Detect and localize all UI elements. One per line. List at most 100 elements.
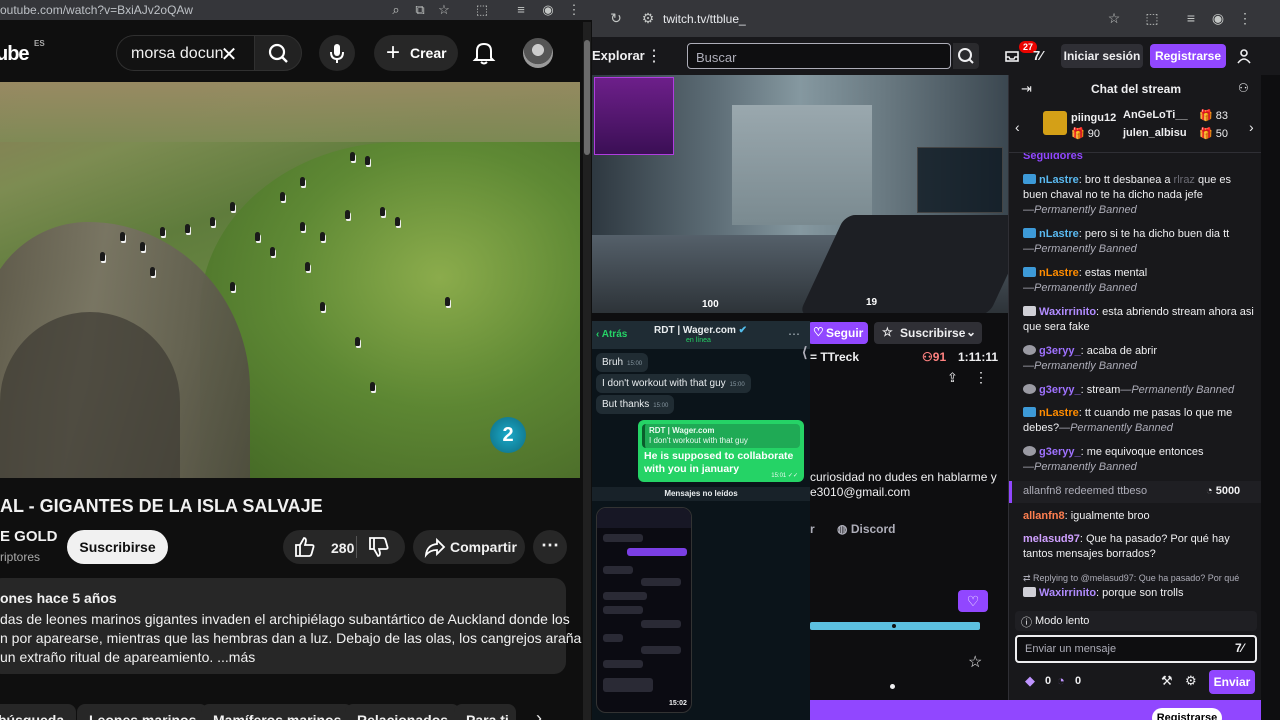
chat-message[interactable]: g3eryy_: acaba de abrir —Permanently Bann… [1023, 344, 1255, 374]
stream-player[interactable]: 100 19 [592, 75, 1008, 313]
browser-address-bar[interactable]: outube.com/watch?v=BxiAJv2oQAw ⌕ ⧉ ☆ ⬚ ≡… [0, 0, 592, 20]
register-button[interactable]: Registrarse [1150, 44, 1226, 68]
chip[interactable]: búsqueda [0, 704, 77, 720]
address-url[interactable]: outube.com/watch?v=BxiAJv2oQAw [0, 3, 193, 17]
kebab-menu-icon[interactable]: ⋮ [1237, 10, 1253, 26]
collapse-chat-icon[interactable]: ⇥ [1021, 81, 1032, 97]
subscribe-button[interactable]: ☆ Suscribirse ⌄ [874, 322, 982, 344]
screenshot-attachment[interactable]: 15:02 [596, 507, 692, 713]
channel-points-icon[interactable]: ◔ [1057, 673, 1065, 688]
more-icon[interactable]: ⋮ [646, 46, 662, 66]
moderation-icon[interactable]: ⚒ [1161, 673, 1173, 689]
chat-message[interactable]: allanfn8: igualmente broo [1023, 509, 1255, 524]
thumbs-down-icon[interactable] [367, 535, 391, 559]
clear-search-icon[interactable]: ✕ [218, 42, 240, 67]
address-url[interactable]: twitch.tv/ttblue_ [663, 12, 746, 26]
turbo-icon[interactable]: 7⁄ [1033, 48, 1042, 63]
chevron-right-icon[interactable]: › [1249, 119, 1254, 135]
description-box[interactable]: ones hace 5 años das de leones marinos g… [0, 578, 581, 674]
notifications-button[interactable] [472, 40, 496, 66]
search-button[interactable] [254, 35, 302, 71]
chip[interactable]: Relacionados [345, 704, 461, 720]
chat-input[interactable]: Enviar un mensaje [1015, 635, 1257, 663]
call-icon[interactable]: ⋯ [788, 327, 800, 341]
follow-heart-button[interactable]: ♡ [958, 590, 988, 612]
media-icon[interactable]: ≡ [513, 2, 529, 18]
share-icon [424, 537, 446, 558]
search-button[interactable] [953, 43, 979, 69]
more-actions-button[interactable]: ⋯ [533, 530, 567, 564]
chat-scrollbar[interactable] [1261, 75, 1280, 720]
settings-gear-icon[interactable]: ⚙ [1185, 673, 1197, 689]
explore-link[interactable]: Explorar [592, 48, 645, 63]
login-button[interactable]: Iniciar sesión [1061, 44, 1143, 68]
message-bubble[interactable]: But thanks 15:00 [596, 395, 675, 414]
scrollbar-thumb[interactable] [584, 40, 590, 155]
quoted-message[interactable]: RDT | Wager.com I don't workout with tha… [642, 424, 800, 448]
youtube-logo[interactable]: ube ES [0, 39, 45, 66]
channel-name[interactable]: E GOLD [0, 528, 58, 545]
more-options-icon[interactable]: ⋮ [974, 369, 988, 386]
contact-name[interactable]: RDT | Wager.com ✔ [654, 325, 747, 336]
follow-button[interactable]: ♡ Seguir [808, 322, 868, 344]
search-input[interactable]: Buscar [687, 43, 951, 69]
chat-message[interactable]: g3eryy_: stream—Permanently Banned [1023, 383, 1255, 398]
extensions-icon[interactable]: ⬚ [1144, 10, 1160, 26]
chip[interactable]: Para ti [454, 704, 516, 720]
chat-message[interactable]: melasud97: Que ha pasado? Por qué hay ta… [1023, 532, 1255, 562]
share-button[interactable]: Compartir [413, 530, 525, 564]
share-icon[interactable]: ⇪ [947, 370, 958, 386]
bookmark-star-icon[interactable]: ☆ [436, 2, 452, 18]
avatar[interactable] [523, 38, 553, 68]
outgoing-reply-bubble[interactable]: RDT | Wager.com I don't workout with tha… [638, 420, 804, 482]
chat-message[interactable]: nLastre: pero si te ha dicho buen dia tt… [1023, 227, 1255, 257]
bookmark-star-icon[interactable]: ☆ [1106, 10, 1122, 26]
like-button[interactable]: 280 [293, 535, 363, 559]
reload-icon[interactable]: ↻ [608, 10, 624, 26]
bits-icon[interactable]: ◆ [1025, 673, 1035, 689]
social-link[interactable]: r [810, 522, 815, 536]
chat-message[interactable]: g3eryy_: me equivoque entonces —Permanent… [1023, 445, 1255, 475]
collapse-panel-icon[interactable]: ⟨ [802, 344, 807, 361]
chevron-left-icon[interactable]: ‹ [1015, 119, 1020, 135]
gifter-name[interactable]: julen_albisu [1123, 127, 1187, 139]
voice-search-button[interactable] [319, 35, 355, 71]
gifter-name[interactable]: piingu12 [1071, 112, 1116, 124]
video-player[interactable]: TP 2 [0, 82, 580, 478]
users-icon[interactable]: ⚇ [1238, 81, 1249, 95]
chat-header: ‹ Atrás RDT | Wager.com ✔ en línea ⋯ [592, 321, 810, 349]
user-icon[interactable] [1236, 48, 1252, 64]
chat-message[interactable]: Waxirrinito: porque son trolls [1023, 586, 1255, 601]
chat-message[interactable]: nLastre: estas mental —Permanently Banned [1023, 266, 1255, 296]
message-bubble[interactable]: Bruh 15:00 [596, 353, 649, 372]
media-icon[interactable]: ≡ [1183, 10, 1199, 26]
site-info-icon[interactable]: ⚙ [640, 10, 656, 26]
twitch-nav: Explorar ⋮ Buscar 27 7⁄ Iniciar sesión R… [592, 37, 1280, 75]
extensions-icon[interactable]: ⬚ [474, 2, 490, 18]
zoom-icon[interactable]: ⌕ [388, 2, 404, 18]
emote-icon[interactable]: 7⁄ [1235, 641, 1244, 655]
cast-icon[interactable]: ⧉ [412, 2, 428, 18]
back-button[interactable]: ‹ Atrás [596, 329, 627, 340]
chip[interactable]: Leones marinos [77, 704, 209, 720]
create-button[interactable]: + Crear [374, 35, 458, 71]
chat-message[interactable]: nLastre: bro tt desbanea a rlraz que es … [1023, 173, 1255, 218]
profile-icon[interactable]: ◉ [1210, 10, 1226, 26]
chevron-right-icon[interactable]: › [536, 708, 542, 720]
kebab-menu-icon[interactable]: ⋮ [566, 2, 582, 18]
description-line: das de leones marinos gigantes invaden e… [0, 611, 570, 627]
message-bubble[interactable]: I don't workout with that guy 15:00 [596, 374, 751, 393]
subscribe-button[interactable]: Suscribirse [67, 530, 168, 564]
gifter-name[interactable]: AnGeLoTi__ [1123, 109, 1188, 121]
inbox-icon[interactable] [1004, 48, 1020, 64]
banner-register-button[interactable]: Registrarse [1152, 708, 1222, 720]
chat-message[interactable]: nLastre: tt cuando me pasas lo que me de… [1023, 406, 1255, 436]
send-button[interactable]: Enviar [1209, 670, 1255, 694]
discord-link[interactable]: ◍ Discord [837, 522, 896, 536]
chat-message[interactable]: Waxirrinito: esta abriendo stream ahora … [1023, 305, 1255, 335]
profile-icon[interactable]: ◉ [540, 2, 556, 18]
favorite-star-icon[interactable]: ☆ [968, 652, 982, 672]
chip[interactable]: Mamíferos marinos [201, 704, 354, 720]
chevron-down-icon: ⌄ [966, 325, 977, 339]
game-category[interactable]: = TTreck [810, 350, 859, 364]
